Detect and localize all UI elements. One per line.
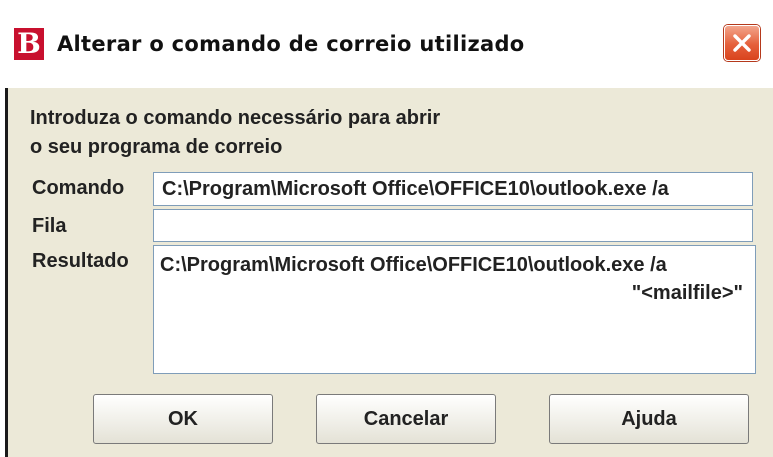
resultado-textarea[interactable]: C:\Program\Microsoft Office\OFFICE10\out… <box>153 245 756 374</box>
close-button[interactable] <box>724 25 760 61</box>
comando-input[interactable]: C:\Program\Microsoft Office\OFFICE10\out… <box>153 172 753 206</box>
resultado-line-2: "<mailfile>" <box>631 282 743 304</box>
help-button[interactable]: Ajuda <box>549 394 749 444</box>
window-left-border <box>0 88 8 457</box>
ok-button[interactable]: OK <box>93 394 273 444</box>
resultado-line-1: C:\Program\Microsoft Office\OFFICE10\out… <box>160 254 667 276</box>
title-bar: B Alterar o comando de correio utilizado <box>0 0 773 88</box>
comando-input-value: C:\Program\Microsoft Office\OFFICE10\out… <box>162 178 669 200</box>
fila-label: Fila <box>32 215 67 237</box>
fila-input[interactable] <box>153 209 753 242</box>
instruction-text: Introduza o comando necessário para abri… <box>30 104 440 162</box>
instruction-line-1: Introduza o comando necessário para abri… <box>30 107 441 129</box>
close-icon <box>733 34 751 52</box>
comando-label: Comando <box>32 177 125 199</box>
resultado-label: Resultado <box>32 250 129 272</box>
window-title: Alterar o comando de correio utilizado <box>57 32 525 56</box>
cancel-button[interactable]: Cancelar <box>316 394 496 444</box>
app-logo-icon: B <box>14 28 44 60</box>
dialog-window: B Alterar o comando de correio utilizado… <box>0 0 773 457</box>
instruction-line-2: o seu programa de correio <box>30 136 283 158</box>
